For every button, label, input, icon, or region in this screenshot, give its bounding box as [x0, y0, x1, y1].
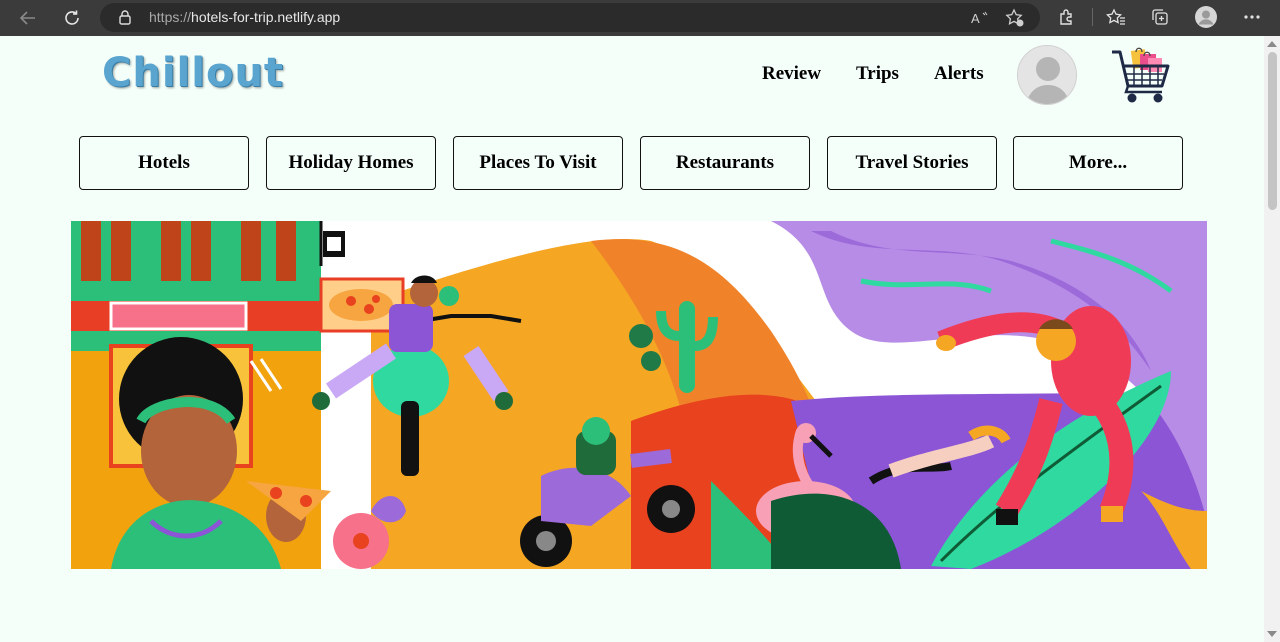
category-hotels-button[interactable]: Hotels: [79, 136, 249, 190]
category-holiday-homes-button[interactable]: Holiday Homes: [266, 136, 436, 190]
shopping-cart-icon[interactable]: [1110, 44, 1174, 106]
nav-trips[interactable]: Trips: [856, 63, 899, 85]
refresh-icon[interactable]: [58, 4, 86, 32]
scroll-down-icon[interactable]: [1267, 631, 1277, 637]
lock-icon[interactable]: [118, 9, 132, 30]
hero-banner-illustration: [71, 221, 1207, 569]
browser-toolbar: https://hotels-for-trip.netlify.app A: [0, 0, 1280, 36]
back-arrow-icon[interactable]: [14, 4, 42, 32]
nav-alerts[interactable]: Alerts: [934, 63, 984, 85]
favorites-icon[interactable]: [1104, 5, 1128, 29]
site-logo[interactable]: Chillout: [102, 50, 284, 96]
page-scrollbar[interactable]: [1264, 36, 1280, 642]
url-text[interactable]: https://hotels-for-trip.netlify.app: [149, 9, 340, 25]
nav-review[interactable]: Review: [762, 63, 821, 85]
category-restaurants-button[interactable]: Restaurants: [640, 136, 810, 190]
more-menu-icon[interactable]: [1240, 5, 1264, 29]
read-aloud-icon[interactable]: A: [970, 8, 990, 28]
scrollbar-thumb[interactable]: [1268, 52, 1277, 210]
add-favorite-icon[interactable]: [1005, 8, 1025, 28]
user-avatar-icon[interactable]: [1017, 45, 1077, 105]
collections-icon[interactable]: [1148, 5, 1172, 29]
profile-icon[interactable]: [1194, 5, 1218, 29]
extensions-icon[interactable]: [1055, 5, 1079, 29]
category-places-to-visit-button[interactable]: Places To Visit: [453, 136, 623, 190]
toolbar-divider: [1092, 8, 1093, 26]
svg-text:A: A: [971, 11, 980, 26]
category-more-button[interactable]: More...: [1013, 136, 1183, 190]
category-travel-stories-button[interactable]: Travel Stories: [827, 136, 997, 190]
address-bar[interactable]: https://hotels-for-trip.netlify.app A: [100, 3, 1040, 32]
scroll-up-icon[interactable]: [1267, 41, 1277, 47]
